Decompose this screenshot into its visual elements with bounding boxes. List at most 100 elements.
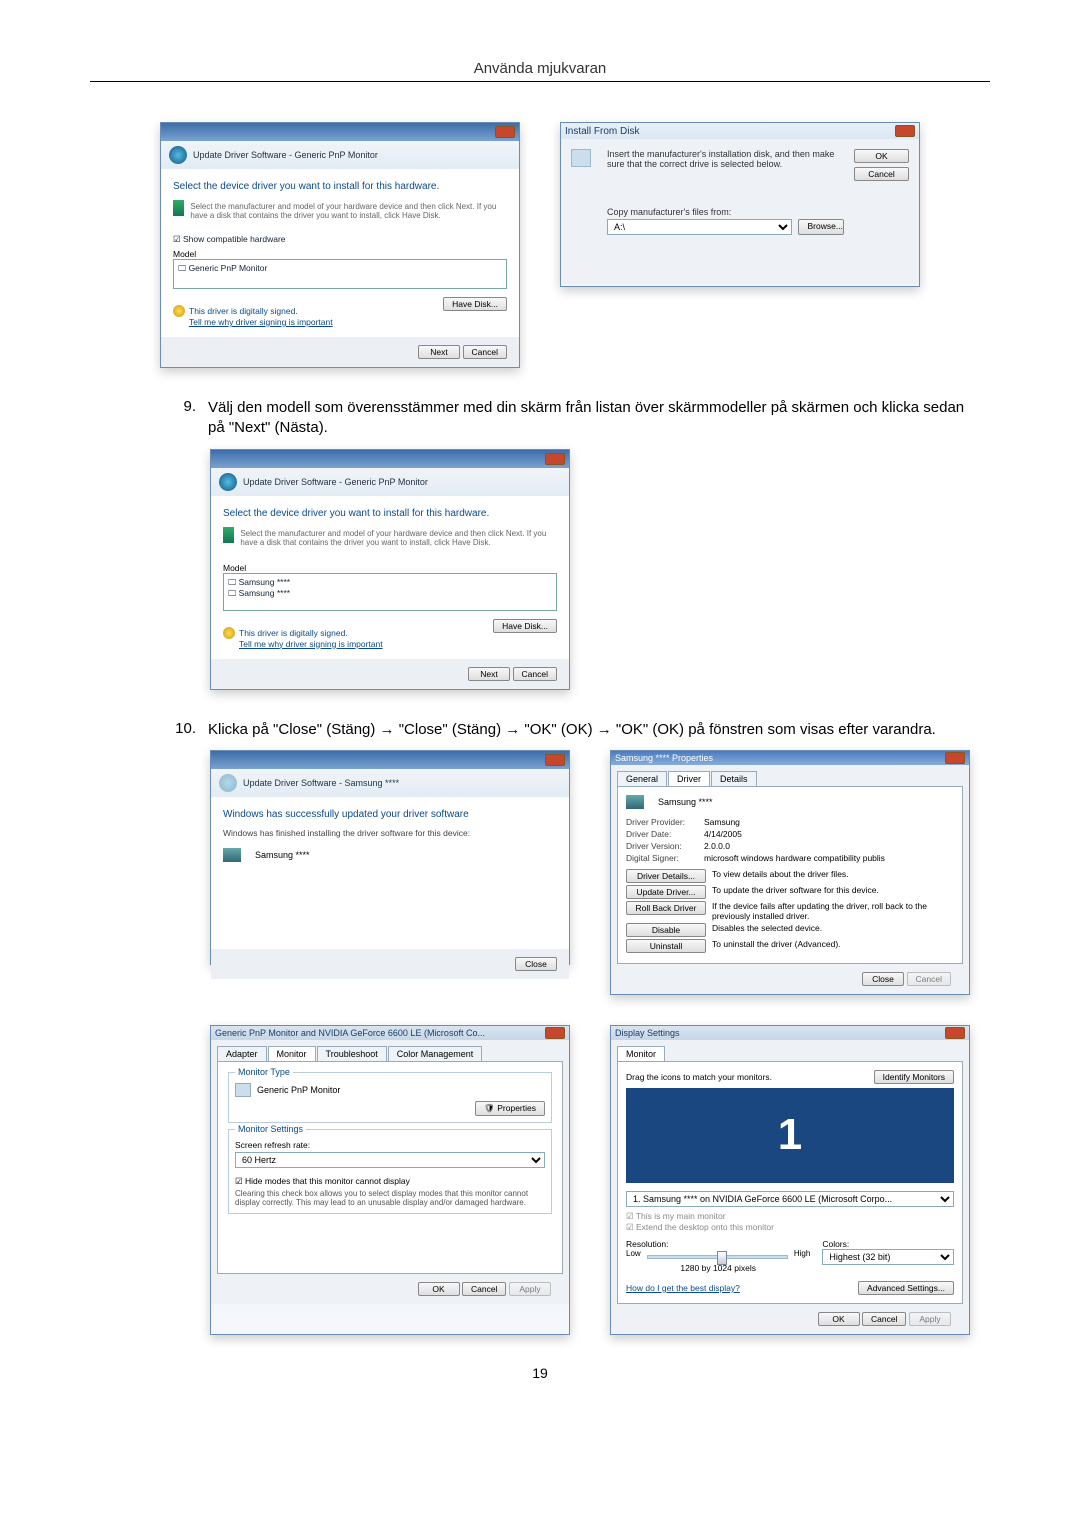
cancel-button[interactable]: Cancel: [862, 1312, 906, 1326]
main-monitor-checkbox: ☑ This is my main monitor: [626, 1211, 954, 1222]
ok-button[interactable]: OK: [418, 1282, 460, 1296]
show-compatible-checkbox[interactable]: ☑ Show compatible hardware: [173, 234, 507, 245]
tab-driver[interactable]: Driver: [668, 771, 710, 786]
monitor-icon: [235, 1083, 251, 1097]
ok-button[interactable]: OK: [818, 1312, 860, 1326]
colors-select[interactable]: Highest (32 bit): [822, 1249, 954, 1265]
tab-adapter[interactable]: Adapter: [217, 1046, 267, 1061]
page-number: 19: [90, 1365, 990, 1381]
have-disk-button[interactable]: Have Disk...: [493, 619, 557, 633]
tab-monitor[interactable]: Monitor: [617, 1046, 665, 1061]
breadcrumb: Update Driver Software - Samsung ****: [243, 778, 399, 788]
disable-button[interactable]: Disable: [626, 923, 706, 937]
close-button[interactable]: Close: [862, 972, 904, 986]
properties-button[interactable]: 🛡 Properties: [475, 1101, 545, 1116]
dialog-title: Install From Disk: [565, 126, 639, 137]
uninstall-button[interactable]: Uninstall: [626, 939, 706, 953]
driver-details-button[interactable]: Driver Details...: [626, 869, 706, 883]
shield-icon: [223, 627, 235, 639]
page-title: Använda mjukvaran: [90, 60, 990, 77]
disk-icon: [571, 149, 591, 167]
description-text: Select the manufacturer and model of you…: [240, 529, 557, 547]
close-icon[interactable]: [495, 126, 515, 138]
date-label: Driver Date:: [626, 829, 698, 839]
monitor-selector[interactable]: 1. Samsung **** on NVIDIA GeForce 6600 L…: [626, 1191, 954, 1207]
list-item[interactable]: 🖵 Samsung ****: [228, 577, 552, 588]
update-driver-desc: To update the driver software for this d…: [712, 885, 954, 895]
close-icon[interactable]: [545, 754, 565, 766]
dialog-update-driver-1: Update Driver Software - Generic PnP Mon…: [160, 122, 520, 368]
close-icon[interactable]: [945, 1027, 965, 1039]
drive-icon: [223, 527, 234, 543]
close-button[interactable]: Close: [515, 957, 557, 971]
monitor-type-group: Monitor Type Generic PnP Monitor 🛡 Prope…: [228, 1072, 552, 1123]
tab-monitor[interactable]: Monitor: [268, 1046, 316, 1061]
monitor-settings-group: Monitor Settings Screen refresh rate: 60…: [228, 1129, 552, 1214]
have-disk-button[interactable]: Have Disk...: [443, 297, 507, 311]
date-value: 4/14/2005: [704, 829, 742, 839]
dialog-title: Display Settings: [615, 1028, 680, 1038]
identify-monitors-button[interactable]: Identify Monitors: [874, 1070, 954, 1084]
dialog-install-from-disk: Install From Disk Insert the manufacture…: [560, 122, 920, 287]
tab-general[interactable]: General: [617, 771, 667, 786]
instruction: Select the device driver you want to ins…: [223, 508, 557, 519]
model-list[interactable]: 🖵 Generic PnP Monitor: [173, 259, 507, 289]
dialog-driver-properties: Samsung **** Properties General Driver D…: [610, 750, 970, 995]
tab-color-management[interactable]: Color Management: [388, 1046, 483, 1061]
tab-details[interactable]: Details: [711, 771, 757, 786]
best-display-link[interactable]: How do I get the best display?: [626, 1283, 740, 1293]
rollback-desc: If the device fails after updating the d…: [712, 901, 954, 921]
back-icon[interactable]: [219, 473, 237, 491]
cancel-button[interactable]: Cancel: [462, 1282, 506, 1296]
refresh-rate-select[interactable]: 60 Hertz: [235, 1152, 545, 1168]
monitor-preview[interactable]: 1: [626, 1088, 954, 1183]
hide-modes-desc: Clearing this check box allows you to se…: [235, 1189, 545, 1207]
colors-label: Colors:: [822, 1239, 954, 1249]
next-button[interactable]: Next: [418, 345, 460, 359]
list-item[interactable]: 🖵 Samsung ****: [228, 588, 552, 599]
model-list[interactable]: 🖵 Samsung **** 🖵 Samsung ****: [223, 573, 557, 611]
instruction: Select the device driver you want to ins…: [173, 181, 507, 192]
drive-icon: [173, 200, 184, 216]
model-header: Model: [173, 249, 507, 259]
advanced-settings-button[interactable]: Advanced Settings...: [858, 1281, 954, 1295]
apply-button: Apply: [509, 1282, 551, 1296]
cancel-button: Cancel: [907, 972, 951, 986]
step-number: 9.: [170, 398, 196, 415]
copy-from-label: Copy manufacturer's files from:: [607, 207, 844, 217]
close-icon[interactable]: [545, 453, 565, 465]
version-label: Driver Version:: [626, 841, 698, 851]
back-icon[interactable]: [169, 146, 187, 164]
resolution-slider[interactable]: [647, 1255, 788, 1259]
update-driver-button[interactable]: Update Driver...: [626, 885, 706, 899]
ok-button[interactable]: OK: [854, 149, 909, 163]
dialog-update-success: Update Driver Software - Samsung **** Wi…: [210, 750, 570, 965]
cancel-button[interactable]: Cancel: [854, 167, 909, 181]
step-9: 9. Välj den modell som överensstämmer me…: [170, 398, 970, 439]
tab-troubleshoot[interactable]: Troubleshoot: [317, 1046, 387, 1061]
hide-modes-checkbox[interactable]: ☑ Hide modes that this monitor cannot di…: [235, 1176, 545, 1187]
signing-link[interactable]: Tell me why driver signing is important: [239, 639, 383, 649]
title-rule: [90, 81, 990, 82]
cancel-button[interactable]: Cancel: [513, 667, 557, 681]
step-text: Klicka på "Close" (Stäng) → "Close" (Stä…: [208, 720, 970, 740]
close-icon[interactable]: [895, 125, 915, 137]
next-button[interactable]: Next: [468, 667, 510, 681]
version-value: 2.0.0.0: [704, 841, 730, 851]
rollback-button[interactable]: Roll Back Driver: [626, 901, 706, 915]
slider-low-label: Low: [626, 1249, 641, 1258]
signing-link[interactable]: Tell me why driver signing is important: [189, 317, 333, 327]
monitor-number: 1: [778, 1110, 802, 1160]
signer-value: microsoft windows hardware compatibility…: [704, 853, 885, 863]
browse-button[interactable]: Browse...: [798, 219, 844, 235]
path-combobox[interactable]: A:\: [607, 219, 792, 235]
close-icon[interactable]: [545, 1027, 565, 1039]
cancel-button[interactable]: Cancel: [463, 345, 507, 359]
list-item[interactable]: 🖵 Generic PnP Monitor: [178, 263, 502, 274]
signed-text: This driver is digitally signed.: [173, 305, 333, 317]
close-icon[interactable]: [945, 752, 965, 764]
step-text: Välj den modell som överensstämmer med d…: [208, 398, 970, 439]
apply-button: Apply: [909, 1312, 951, 1326]
provider-label: Driver Provider:: [626, 817, 698, 827]
step-number: 10.: [170, 720, 196, 737]
